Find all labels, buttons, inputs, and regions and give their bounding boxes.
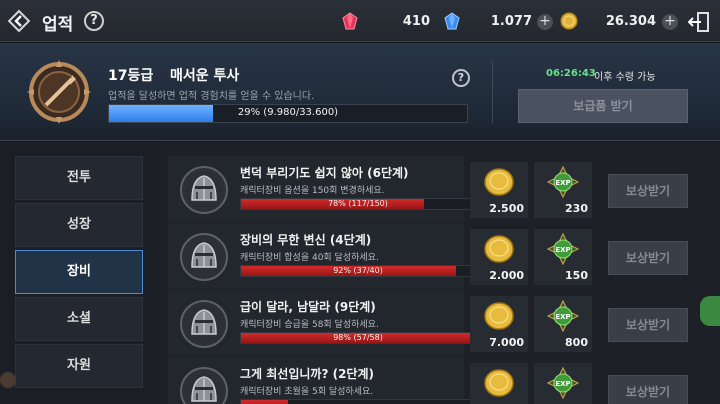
achievement-progress-bar: 98% (57/58)	[240, 332, 476, 344]
blue-gem-value: 1.077	[490, 14, 532, 29]
achievement-title: 변덕 부리기도 쉽지 않아 (6단계)	[240, 166, 409, 180]
tab-equipment[interactable]: 장비	[15, 250, 143, 294]
exp-gem-icon: EXP	[547, 233, 579, 265]
exit-door-icon	[687, 12, 709, 32]
menu-dots-icon[interactable]	[0, 372, 16, 388]
achievement-title: 그게 최선입니까? (2단계)	[240, 367, 374, 381]
claim-reward-button[interactable]: 보상받기	[608, 375, 688, 404]
back-arrow-icon	[7, 9, 31, 33]
gold-reward: 2.000	[470, 229, 528, 285]
gold-reward-value: 7.000	[489, 336, 524, 349]
helmet-icon	[180, 300, 228, 348]
currency-red-gem: 410	[340, 12, 440, 32]
exp-reward: EXP 150	[534, 229, 592, 285]
achievement-info: 장비의 무한 변신 (4단계) 캐릭터장비 합성을 40회 달성하세요. 92%…	[168, 223, 476, 289]
achievement-description: 캐릭터장비 초월을 5회 달성하세요.	[240, 387, 374, 397]
page-title: 업적	[42, 15, 74, 35]
currency-blue-gem: 1.077 +	[440, 12, 554, 32]
achievement-row: 그게 최선입니까? (2단계) 캐릭터장비 초월을 5회 달성하세요. EXP …	[160, 357, 720, 404]
achievement-description: 캐릭터장비 승급을 58회 달성하세요.	[240, 320, 379, 330]
exp-reward: EXP 230	[534, 162, 592, 218]
reward-timer: 06:26:43	[546, 68, 596, 79]
gold-reward-value: 2.500	[489, 202, 524, 215]
back-button[interactable]	[4, 6, 34, 36]
red-gem-value: 410	[402, 14, 430, 29]
achievement-row: 변덕 부리기도 쉽지 않아 (6단계) 캐릭터장비 옵션을 150회 변경하세요…	[160, 156, 720, 222]
receive-supplies-button[interactable]: 보급품 받기	[518, 89, 688, 123]
exp-gem-icon: EXP	[547, 367, 579, 399]
gold-coin-icon	[484, 369, 514, 397]
exp-reward-value: 230	[565, 202, 588, 215]
add-blue-gem-button[interactable]: +	[537, 14, 553, 30]
achievement-row: 장비의 무한 변신 (4단계) 캐릭터장비 합성을 40회 달성하세요. 92%…	[160, 223, 720, 289]
header-divider	[492, 61, 493, 123]
gold-coin-icon	[484, 302, 514, 330]
achievement-progress-bar	[240, 399, 476, 404]
gold-reward	[470, 363, 528, 404]
claim-reward-button[interactable]: 보상받기	[608, 308, 688, 342]
svg-text:EXP: EXP	[555, 313, 570, 321]
gold-coin-icon	[484, 168, 514, 196]
svg-text:EXP: EXP	[555, 246, 570, 254]
achievement-row: 급이 달라, 남달라 (9단계) 캐릭터장비 승급을 58회 달성하세요. 98…	[160, 290, 720, 356]
rank-title: 매서운 투사	[170, 68, 240, 84]
achievement-info: 그게 최선입니까? (2단계) 캐릭터장비 초월을 5회 달성하세요.	[168, 357, 476, 404]
blue-gem-icon	[444, 12, 460, 30]
exp-gem-icon: EXP	[547, 300, 579, 332]
gold-reward-value: 2.000	[489, 269, 524, 282]
helmet-icon	[180, 367, 228, 404]
rank-level: 17등급	[108, 68, 154, 84]
help-button[interactable]: ?	[84, 11, 104, 31]
achievement-description: 캐릭터장비 합성을 40회 달성하세요.	[240, 253, 379, 263]
gold-coin-icon	[560, 12, 578, 30]
helmet-icon	[180, 233, 228, 281]
exit-button[interactable]	[687, 12, 710, 32]
gold-reward: 2.500	[470, 162, 528, 218]
top-bar: 업적 ? 410 1.077 + 26.304 +	[0, 0, 720, 42]
helmet-icon	[180, 166, 228, 214]
side-handle[interactable]	[700, 296, 720, 326]
achievement-progress-bar: 78% (117/150)	[240, 198, 476, 210]
exp-reward: EXP 800	[534, 296, 592, 352]
tab-growth[interactable]: 성장	[15, 203, 143, 247]
category-sidebar: 전투 성장 장비 소셜 자원	[0, 142, 160, 404]
achievement-progress-fill	[241, 400, 288, 404]
rank-progress-text: 29% (9.980/33.600)	[237, 107, 339, 118]
achievement-title: 급이 달라, 남달라 (9단계)	[240, 300, 376, 314]
exp-reward: EXP	[534, 363, 592, 404]
achievement-list[interactable]: 변덕 부리기도 쉽지 않아 (6단계) 캐릭터장비 옵션을 150회 변경하세요…	[160, 142, 720, 404]
rank-panel: 17등급 매서운 투사 업적을 달성하면 업적 경험치를 얻을 수 있습니다. …	[0, 43, 720, 141]
rank-progress-bar: 29% (9.980/33.600)	[108, 104, 468, 123]
achievement-progress-text: 92% (37/40)	[333, 266, 383, 275]
rank-help-button[interactable]: ?	[452, 69, 470, 87]
achievement-title: 장비의 무한 변신 (4단계)	[240, 233, 372, 247]
claim-reward-button[interactable]: 보상받기	[608, 174, 688, 208]
svg-text:EXP: EXP	[555, 380, 570, 388]
reward-timer-note: 이후 수령 가능	[594, 72, 656, 83]
rank-description: 업적을 달성하면 업적 경험치를 얻을 수 있습니다.	[108, 91, 315, 102]
achievement-progress-bar: 92% (37/40)	[240, 265, 476, 277]
achievement-info: 변덕 부리기도 쉽지 않아 (6단계) 캐릭터장비 옵션을 150회 변경하세요…	[168, 156, 476, 222]
claim-reward-button[interactable]: 보상받기	[608, 241, 688, 275]
exp-reward-value: 800	[565, 336, 588, 349]
achievement-description: 캐릭터장비 옵션을 150회 변경하세요.	[240, 186, 385, 196]
add-gold-button[interactable]: +	[662, 14, 678, 30]
gold-reward: 7.000	[470, 296, 528, 352]
gold-value: 26.304	[605, 14, 656, 29]
red-gem-icon	[342, 12, 358, 30]
achievement-info: 급이 달라, 남달라 (9단계) 캐릭터장비 승급을 58회 달성하세요. 98…	[168, 290, 476, 356]
svg-text:EXP: EXP	[555, 179, 570, 187]
rank-emblem-icon	[27, 60, 91, 124]
currency-gold: 26.304 +	[558, 12, 680, 32]
tab-combat[interactable]: 전투	[15, 156, 143, 200]
achievement-progress-text: 78% (117/150)	[328, 199, 388, 208]
tab-resource[interactable]: 자원	[15, 344, 143, 388]
achievement-progress-text: 98% (57/58)	[333, 333, 383, 342]
exp-gem-icon: EXP	[547, 166, 579, 198]
exp-reward-value: 150	[565, 269, 588, 282]
tab-social[interactable]: 소셜	[15, 297, 143, 341]
gold-coin-icon	[484, 235, 514, 263]
